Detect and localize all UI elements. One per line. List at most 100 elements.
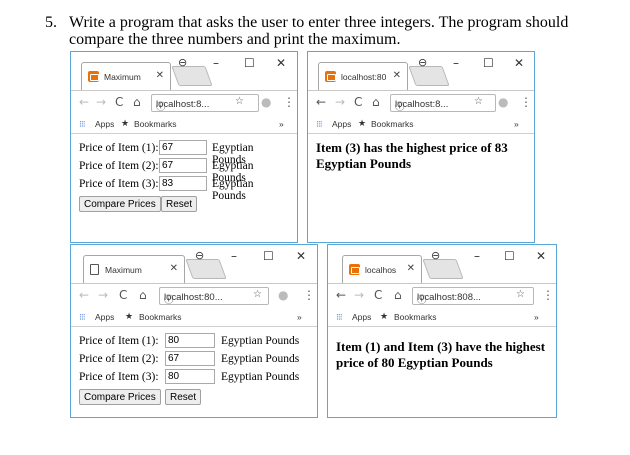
chevron-double-right-icon[interactable]: » — [534, 312, 539, 322]
home-icon[interactable]: ⌂ — [133, 95, 141, 109]
reset-button[interactable]: Reset — [165, 389, 202, 405]
new-tab-button[interactable] — [185, 259, 227, 279]
apps-link[interactable]: Apps — [352, 312, 371, 322]
star-icon[interactable]: ☆ — [235, 96, 244, 107]
arrow-right-icon[interactable]: → — [98, 288, 108, 302]
profile-icon[interactable]: ⊖ — [431, 249, 440, 262]
page-icon — [90, 264, 99, 275]
compare-prices-button[interactable]: Compare Prices — [79, 196, 161, 212]
browser-window-3: Maximum ✕ ⊖ – ☐ ✕ ← → C ⌂ ⓘ localhost:80… — [70, 244, 318, 418]
compare-prices-button[interactable]: Compare Prices — [79, 389, 161, 405]
tab-close-icon[interactable]: ✕ — [156, 70, 164, 81]
maximize-icon[interactable]: ☐ — [504, 249, 515, 263]
minimize-icon[interactable]: – — [474, 249, 480, 263]
apps-link[interactable]: Apps — [332, 119, 351, 129]
new-tab-button[interactable] — [422, 259, 464, 279]
browser-window-4: localhos ✕ ⊖ – ☐ ✕ ← → C ⌂ ⓘ localhost:8… — [327, 244, 557, 418]
reload-icon[interactable]: C — [119, 288, 127, 302]
close-icon[interactable]: ✕ — [296, 249, 306, 263]
tab-maximum[interactable]: Maximum ✕ — [81, 62, 171, 90]
title-bar: Maximum ✕ ⊖ – ☐ ✕ — [71, 245, 317, 283]
home-icon[interactable]: ⌂ — [394, 288, 402, 302]
extension-icon[interactable]: ● — [278, 288, 288, 302]
apps-grid-icon[interactable]: ⁝⁝⁝ — [79, 119, 86, 130]
price-input-2[interactable] — [159, 158, 207, 173]
arrow-left-icon[interactable]: ← — [336, 288, 346, 302]
profile-icon[interactable]: ⊖ — [418, 56, 427, 69]
extension-icon[interactable]: ● — [498, 95, 508, 109]
reset-button[interactable]: Reset — [161, 196, 198, 212]
maximize-icon[interactable]: ☐ — [244, 56, 255, 70]
maximize-icon[interactable]: ☐ — [483, 56, 494, 70]
arrow-left-icon[interactable]: ← — [79, 288, 89, 302]
kebab-menu-icon[interactable]: ⋮ — [303, 288, 315, 302]
bookmark-star-icon: ★ — [380, 311, 389, 321]
close-icon[interactable]: ✕ — [276, 56, 286, 70]
bookmarks-link[interactable]: Bookmarks — [139, 312, 182, 322]
tab-close-icon[interactable]: ✕ — [407, 263, 415, 274]
kebab-menu-icon[interactable]: ⋮ — [542, 288, 554, 302]
kebab-menu-icon[interactable]: ⋮ — [520, 95, 532, 109]
bookmark-star-icon: ★ — [121, 118, 130, 128]
toolbar: ← → C ⌂ ⓘ localhost:8... ☆ ● ⋮ — [71, 90, 297, 114]
reload-icon[interactable]: C — [374, 288, 382, 302]
minimize-icon[interactable]: – — [231, 249, 237, 263]
arrow-left-icon[interactable]: ← — [316, 95, 326, 109]
close-icon[interactable]: ✕ — [514, 56, 524, 70]
maximize-icon[interactable]: ☐ — [263, 249, 274, 263]
profile-icon[interactable]: ⊖ — [195, 249, 204, 262]
price-label: Price of Item (1): — [79, 335, 159, 347]
price-input-2[interactable] — [165, 351, 215, 366]
arrow-right-icon[interactable]: → — [335, 95, 345, 109]
star-icon[interactable]: ☆ — [253, 289, 262, 300]
bookmarks-link[interactable]: Bookmarks — [394, 312, 437, 322]
apps-link[interactable]: Apps — [95, 119, 114, 129]
tab-maximum[interactable]: Maximum ✕ — [83, 255, 185, 283]
arrow-left-icon[interactable]: ← — [79, 95, 89, 109]
price-input-1[interactable] — [165, 333, 215, 348]
bookmarks-link[interactable]: Bookmarks — [134, 119, 177, 129]
bookmarks-bar: ⁝⁝⁝ Apps ★ Bookmarks » — [328, 307, 556, 327]
reload-icon[interactable]: C — [115, 95, 123, 109]
chevron-double-right-icon[interactable]: » — [297, 312, 302, 322]
apps-grid-icon[interactable]: ⁝⁝⁝ — [336, 312, 343, 323]
question-text: Write a program that asks the user to en… — [69, 14, 569, 48]
apps-link[interactable]: Apps — [95, 312, 114, 322]
toolbar: ← → C ⌂ ⓘ localhost:80... ☆ ● ⋮ — [71, 283, 317, 307]
star-icon[interactable]: ☆ — [516, 289, 525, 300]
arrow-right-icon[interactable]: → — [354, 288, 364, 302]
price-input-1[interactable] — [159, 140, 207, 155]
star-icon[interactable]: ☆ — [474, 96, 483, 107]
reload-icon[interactable]: C — [354, 95, 362, 109]
minimize-icon[interactable]: – — [453, 56, 459, 70]
bookmarks-bar: ⁝⁝⁝ Apps ★ Bookmarks » — [71, 114, 297, 134]
price-input-3[interactable] — [159, 176, 207, 191]
extension-icon[interactable]: ● — [261, 95, 271, 109]
toolbar: ← → C ⌂ ⓘ localhost:808... ☆ ⋮ — [328, 283, 556, 307]
tab-close-icon[interactable]: ✕ — [393, 70, 401, 81]
close-icon[interactable]: ✕ — [536, 249, 546, 263]
result-text: Item (1) and Item (3) have the highest p… — [336, 339, 546, 370]
tab-localhost[interactable]: localhost:80 ✕ — [318, 62, 408, 90]
kebab-menu-icon[interactable]: ⋮ — [283, 95, 295, 109]
toolbar: ← → C ⌂ ⓘ localhost:8... ☆ ● ⋮ — [308, 90, 534, 114]
chevron-double-right-icon[interactable]: » — [514, 119, 519, 129]
home-icon[interactable]: ⌂ — [139, 288, 147, 302]
title-bar: localhost:80 ✕ ⊖ – ☐ ✕ — [308, 52, 534, 90]
minimize-icon[interactable]: – — [213, 56, 219, 70]
form-row: Price of Item (3): Egyptian Pounds — [79, 176, 289, 202]
new-tab-button[interactable] — [408, 66, 450, 86]
new-tab-button[interactable] — [171, 66, 213, 86]
tab-localhost[interactable]: localhos ✕ — [342, 255, 422, 283]
unit-label: Egyptian Pounds — [221, 371, 300, 383]
arrow-right-icon[interactable]: → — [96, 95, 106, 109]
home-icon[interactable]: ⌂ — [372, 95, 380, 109]
apps-grid-icon[interactable]: ⁝⁝⁝ — [316, 119, 323, 130]
profile-icon[interactable]: ⊖ — [178, 56, 187, 69]
chevron-double-right-icon[interactable]: » — [279, 119, 284, 129]
price-input-3[interactable] — [165, 369, 215, 384]
apps-grid-icon[interactable]: ⁝⁝⁝ — [79, 312, 86, 323]
favicon-icon — [325, 71, 336, 82]
bookmarks-link[interactable]: Bookmarks — [371, 119, 414, 129]
tab-close-icon[interactable]: ✕ — [170, 263, 178, 274]
